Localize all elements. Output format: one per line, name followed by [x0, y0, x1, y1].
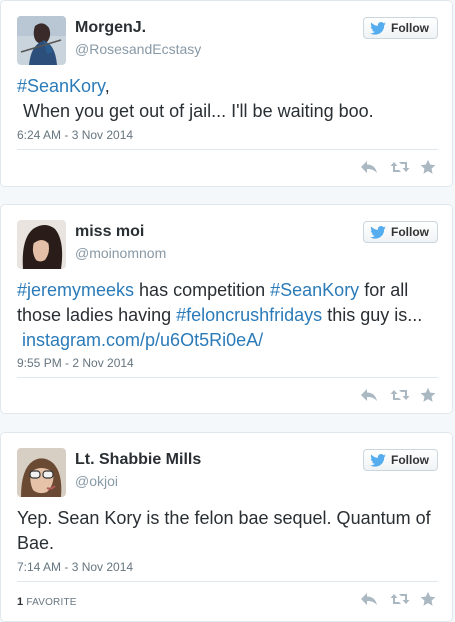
reply-icon[interactable]: [360, 159, 378, 175]
tweet-card: miss moi @moinomnom Follow #jeremymeeks …: [0, 204, 453, 414]
favorite-star-icon[interactable]: [420, 591, 438, 607]
tweet-text-segment: ,: [104, 76, 110, 96]
reply-icon[interactable]: [360, 591, 378, 607]
favorites-number: 1: [17, 596, 24, 608]
tweet-text-segment: has competition: [134, 280, 271, 300]
favorites-label: FAVORITE: [26, 597, 77, 608]
divider: [17, 377, 438, 378]
avatar[interactable]: [17, 448, 66, 497]
reply-icon[interactable]: [360, 387, 378, 403]
favorites-count[interactable]: 1 FAVORITE: [17, 596, 77, 608]
author-name[interactable]: MorgenJ.: [75, 19, 146, 37]
tweet-card: Lt. Shabbie Mills @okjoi Follow Yep. Sea…: [0, 432, 453, 622]
divider: [17, 149, 438, 150]
author-name[interactable]: miss moi: [75, 223, 144, 241]
hashtag-link[interactable]: #SeanKory: [270, 280, 359, 300]
tweet-card: MorgenJ. @RosesandEcstasy Follow #SeanKo…: [0, 0, 453, 187]
favorite-star-icon[interactable]: [420, 387, 438, 403]
tweet-timestamp[interactable]: 6:24 AM - 3 Nov 2014: [17, 128, 133, 142]
retweet-icon[interactable]: [390, 387, 410, 403]
tweet-timestamp[interactable]: 9:55 PM - 2 Nov 2014: [17, 356, 134, 370]
retweet-icon[interactable]: [390, 591, 410, 607]
hashtag-link[interactable]: #feloncrushfridays: [176, 305, 322, 325]
author-handle[interactable]: @okjoi: [75, 473, 118, 489]
tweet-actions: [360, 159, 438, 175]
follow-button[interactable]: Follow: [363, 17, 438, 39]
tweet-text: Yep. Sean Kory is the felon bae sequel. …: [17, 508, 431, 553]
avatar[interactable]: [17, 220, 66, 269]
favorite-star-icon[interactable]: [420, 159, 438, 175]
hashtag-link[interactable]: #jeremymeeks: [17, 280, 134, 300]
divider: [17, 581, 438, 582]
author-handle[interactable]: @moinomnom: [75, 245, 166, 261]
tweet-timestamp[interactable]: 7:14 AM - 3 Nov 2014: [17, 560, 133, 574]
tweet-actions: [360, 387, 438, 403]
author-handle[interactable]: @RosesandEcstasy: [75, 41, 201, 57]
tweet-text: #SeanKory, When you get out of jail... I…: [17, 74, 438, 124]
avatar[interactable]: [17, 16, 66, 65]
follow-label: Follow: [391, 225, 429, 239]
twitter-bird-icon: [370, 453, 386, 467]
retweet-icon[interactable]: [390, 159, 410, 175]
hashtag-link[interactable]: #SeanKory: [17, 76, 105, 96]
tweet-text-segment: this guy is...: [322, 305, 423, 325]
follow-button[interactable]: Follow: [363, 449, 438, 471]
follow-label: Follow: [391, 21, 429, 35]
twitter-bird-icon: [370, 21, 386, 35]
twitter-bird-icon: [370, 225, 386, 239]
tweet-text: #jeremymeeks has competition #SeanKory f…: [17, 278, 438, 353]
follow-label: Follow: [391, 453, 429, 467]
url-link[interactable]: instagram.com/p/u6Ot5Ri0eA/: [17, 330, 263, 350]
tweet-actions: [360, 591, 438, 607]
follow-button[interactable]: Follow: [363, 221, 438, 243]
author-name[interactable]: Lt. Shabbie Mills: [75, 451, 201, 469]
tweet-text-segment: When you get out of jail... I'll be wait…: [23, 101, 374, 121]
